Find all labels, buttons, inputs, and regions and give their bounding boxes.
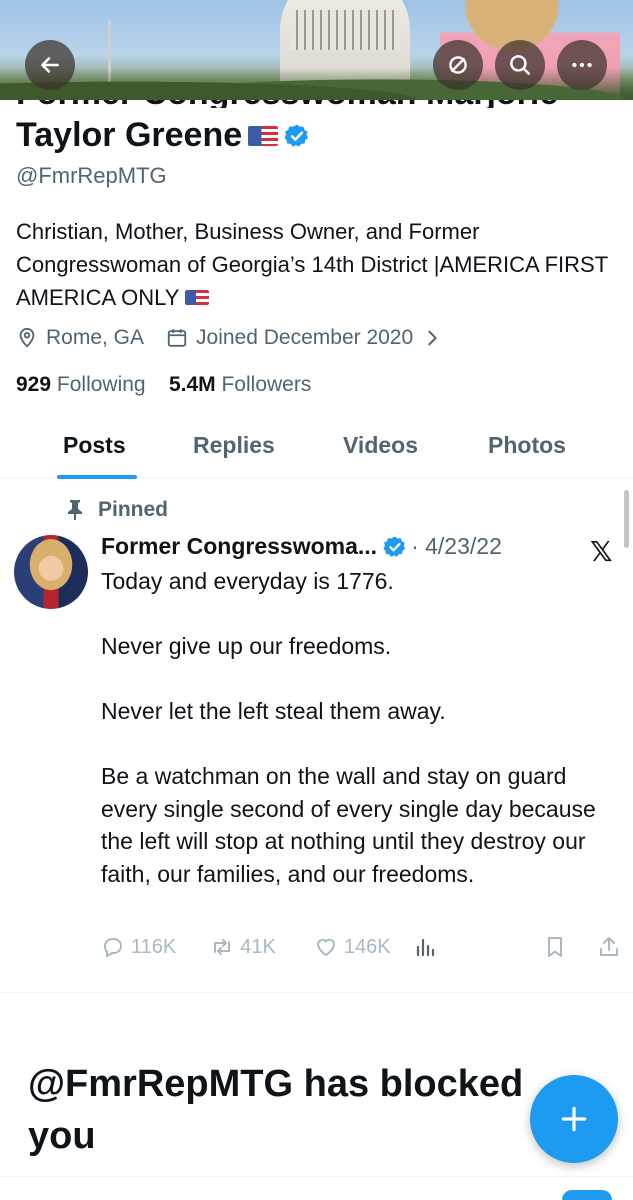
new-posts-pill[interactable] <box>562 1190 612 1200</box>
scrollbar[interactable] <box>624 490 629 548</box>
post-date[interactable]: · 4/23/22 <box>411 533 502 560</box>
more-button[interactable] <box>557 40 607 90</box>
verified-badge-icon[interactable] <box>284 123 310 149</box>
reply-icon <box>103 938 122 958</box>
display-name: Taylor Greene <box>16 116 310 155</box>
blocked-message: @FmrRepMTG has blocked you <box>28 1063 524 1157</box>
profile-bio: Christian, Mother, Business Owner, and F… <box>16 215 616 314</box>
active-tab-indicator <box>57 475 137 479</box>
profile-meta: Rome, GA Joined December 2020 <box>16 326 443 350</box>
verified-badge-icon <box>383 536 406 557</box>
repost-count: 41K <box>240 935 276 958</box>
post-header: Former Congresswoma... · 4/23/22 <box>101 533 502 560</box>
chevron-right-icon[interactable] <box>421 327 443 349</box>
views-button[interactable] <box>413 935 437 959</box>
location-pin-icon <box>19 327 35 348</box>
follow-stats: 929 Following 5.4M Followers <box>16 373 311 397</box>
followers-count: 5.4M <box>168 373 216 396</box>
search-button[interactable] <box>495 40 545 90</box>
pinned-indicator: Pinned <box>66 498 168 522</box>
display-name-line1: Former Congresswoman Marjorie <box>16 100 616 108</box>
reply-count: 116K <box>131 935 177 958</box>
reply-button[interactable]: 116K <box>101 935 176 959</box>
calendar-icon <box>167 329 187 347</box>
pin-icon <box>68 500 82 520</box>
location-text: Rome, GA <box>46 326 145 349</box>
us-flag-icon <box>248 125 279 146</box>
bookmark-button[interactable] <box>543 935 567 959</box>
display-name-text: Taylor Greene <box>16 116 243 154</box>
like-button[interactable]: 146K <box>314 935 391 959</box>
like-count: 146K <box>343 935 391 958</box>
followers-label: Followers <box>221 373 312 396</box>
plus-icon <box>561 1106 587 1132</box>
us-flag-icon <box>185 290 210 305</box>
profile-tabs: Posts Replies Videos Photos <box>0 420 633 479</box>
profile-handle: @FmrRepMTG <box>16 163 167 188</box>
share-icon <box>600 937 618 956</box>
pinned-label: Pinned <box>98 498 169 521</box>
followers-link[interactable]: 5.4M Followers <box>169 373 311 396</box>
views-icon <box>416 938 434 957</box>
following-link[interactable]: 929 Following <box>16 373 146 396</box>
following-count: 929 <box>16 373 52 396</box>
back-button[interactable] <box>25 40 75 90</box>
divider <box>0 1176 633 1177</box>
more-icon <box>572 62 592 68</box>
repost-toggle-button[interactable] <box>433 40 483 90</box>
joined-text: Joined December 2020 <box>196 326 414 349</box>
following-label: Following <box>56 373 146 396</box>
share-button[interactable] <box>597 935 621 959</box>
tab-replies[interactable]: Replies <box>193 432 275 459</box>
bio-text: Christian, Mother, Business Owner, and F… <box>16 219 608 310</box>
repost-icon <box>214 939 231 955</box>
repost-button[interactable]: 41K <box>210 935 276 959</box>
back-arrow-icon <box>41 57 59 73</box>
bookmark-icon <box>548 937 562 957</box>
tab-videos[interactable]: Videos <box>343 432 418 459</box>
tab-photos[interactable]: Photos <box>488 432 566 459</box>
tab-posts[interactable]: Posts <box>63 432 126 459</box>
avatar[interactable] <box>14 535 88 609</box>
repost-circle-icon <box>449 56 467 74</box>
post-actions: 116K 41K 146K <box>101 932 621 962</box>
like-icon <box>316 938 335 957</box>
post-author[interactable]: Former Congresswoma... <box>101 533 377 560</box>
compose-button[interactable] <box>530 1075 618 1163</box>
search-icon <box>510 55 530 75</box>
post-text: Today and everyday is 1776. Never give u… <box>101 568 596 887</box>
divider <box>0 992 633 993</box>
x-logo-icon: 𝕏 <box>590 536 613 567</box>
